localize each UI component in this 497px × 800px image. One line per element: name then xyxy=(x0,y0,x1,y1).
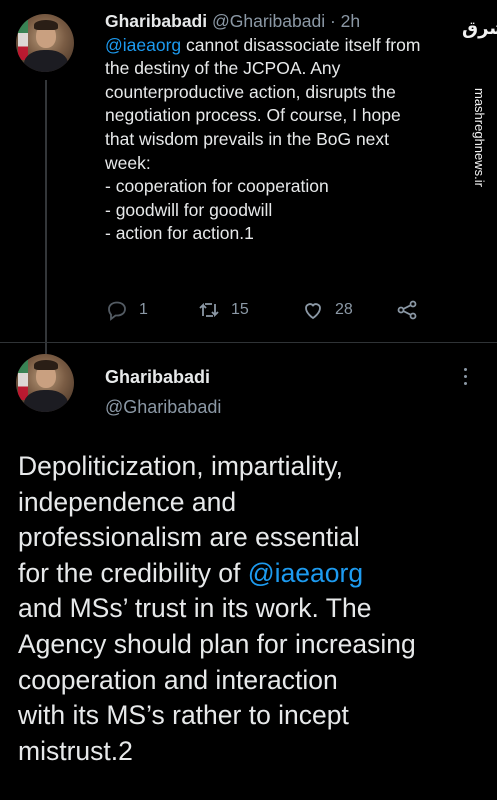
tweet-line: Agency should plan for increasing xyxy=(18,628,416,659)
reply-button[interactable]: 1 xyxy=(105,298,148,322)
mention-link[interactable]: @iaeaorg xyxy=(105,35,181,55)
watermark-logo: مشرق xyxy=(462,18,497,38)
mention-link[interactable]: @iaeaorg xyxy=(248,558,363,588)
retweet-count: 15 xyxy=(231,301,249,318)
timestamp[interactable]: 2h xyxy=(341,11,360,31)
reply-count: 1 xyxy=(139,301,148,318)
tweet-line: mistrust.2 xyxy=(18,735,133,766)
avatar[interactable] xyxy=(16,14,74,72)
more-icon[interactable] xyxy=(462,368,468,390)
author-handle[interactable]: @Gharibabadi xyxy=(212,11,325,31)
tweet-actions: 1 15 28 xyxy=(105,298,435,324)
tweet-line: counterproductive action, disrupts the xyxy=(105,81,396,102)
author-name[interactable]: Gharibabadi xyxy=(105,367,210,388)
thread-connector-line xyxy=(45,80,47,360)
share-button[interactable] xyxy=(395,298,419,322)
tweet-line: independence and xyxy=(18,486,237,517)
tweet-line: cooperation and interaction xyxy=(18,664,338,695)
avatar[interactable] xyxy=(16,354,74,412)
tweet-line: professionalism are essential xyxy=(18,522,360,553)
reply-icon xyxy=(108,301,126,321)
retweet-icon xyxy=(199,302,219,318)
tweet-header: Gharibabadi @Gharibabadi · 2h xyxy=(105,10,465,34)
tweet-line: that wisdom prevails in the BoG next xyxy=(105,128,390,149)
divider xyxy=(0,342,497,343)
tweet-line: for the credibility of @iaeaorg xyxy=(18,557,364,588)
tweet-2-text: Depoliticization, impartiality, independ… xyxy=(18,449,488,769)
separator-dot: · xyxy=(329,11,336,31)
tweet-line: week: xyxy=(105,152,151,173)
tweet-line: the destiny of the JCPOA. Any xyxy=(105,58,341,79)
tweet-line: with its MS’s rather to incept xyxy=(18,700,349,731)
tweet-1[interactable]: Gharibabadi @Gharibabadi · 2h @iaeaorg c… xyxy=(105,10,465,246)
like-icon xyxy=(305,303,321,320)
retweet-button[interactable]: 15 xyxy=(197,298,249,322)
share-icon xyxy=(397,300,417,320)
author-name[interactable]: Gharibabadi xyxy=(105,11,207,31)
like-count: 28 xyxy=(335,301,353,318)
tweet-line: and MSs’ trust in its work. The xyxy=(18,593,372,624)
author-handle[interactable]: @Gharibabadi xyxy=(105,397,221,418)
tweet-line: - action for action.1 xyxy=(105,223,254,244)
tweet-line: - goodwill for goodwill xyxy=(105,199,273,220)
tweet-line: - cooperation for cooperation xyxy=(105,176,329,197)
tweet-line: negotiation process. Of course, I hope xyxy=(105,105,401,126)
tweet-text: @iaeaorg cannot disassociate itself from… xyxy=(105,34,465,246)
watermark-url: mashreghnews.ir xyxy=(472,88,487,187)
tweet-line: @iaeaorg cannot disassociate itself from xyxy=(105,34,421,55)
tweet-line: Depoliticization, impartiality, xyxy=(18,451,343,481)
watermark: مشرق mashreghnews.ir xyxy=(462,18,497,248)
like-button[interactable]: 28 xyxy=(301,298,353,322)
